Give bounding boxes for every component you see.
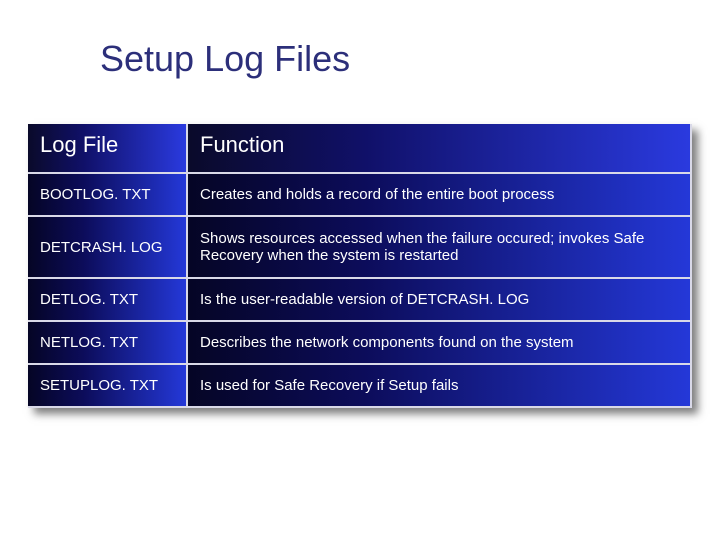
- table-row: BOOTLOG. TXT Creates and holds a record …: [28, 174, 692, 217]
- header-log-file: Log File: [28, 124, 188, 174]
- table-row: DETLOG. TXT Is the user-readable version…: [28, 279, 692, 322]
- cell-log-file: BOOTLOG. TXT: [28, 174, 188, 217]
- header-function: Function: [188, 124, 692, 174]
- log-files-table: Log File Function BOOTLOG. TXT Creates a…: [28, 124, 692, 408]
- cell-log-file: NETLOG. TXT: [28, 322, 188, 365]
- cell-log-file: DETLOG. TXT: [28, 279, 188, 322]
- table-row: NETLOG. TXT Describes the network compon…: [28, 322, 692, 365]
- cell-function: Creates and holds a record of the entire…: [188, 174, 692, 217]
- cell-function: Is used for Safe Recovery if Setup fails: [188, 365, 692, 408]
- cell-log-file: SETUPLOG. TXT: [28, 365, 188, 408]
- cell-function: Shows resources accessed when the failur…: [188, 217, 692, 279]
- cell-function: Is the user-readable version of DETCRASH…: [188, 279, 692, 322]
- table-header-row: Log File Function: [28, 124, 692, 174]
- cell-log-file: DETCRASH. LOG: [28, 217, 188, 279]
- table-row: DETCRASH. LOG Shows resources accessed w…: [28, 217, 692, 279]
- log-files-table-container: Log File Function BOOTLOG. TXT Creates a…: [28, 124, 692, 408]
- table-row: SETUPLOG. TXT Is used for Safe Recovery …: [28, 365, 692, 408]
- slide-title: Setup Log Files: [100, 38, 350, 80]
- slide: Setup Log Files Log File Function BOOTLO…: [0, 0, 720, 540]
- cell-function: Describes the network components found o…: [188, 322, 692, 365]
